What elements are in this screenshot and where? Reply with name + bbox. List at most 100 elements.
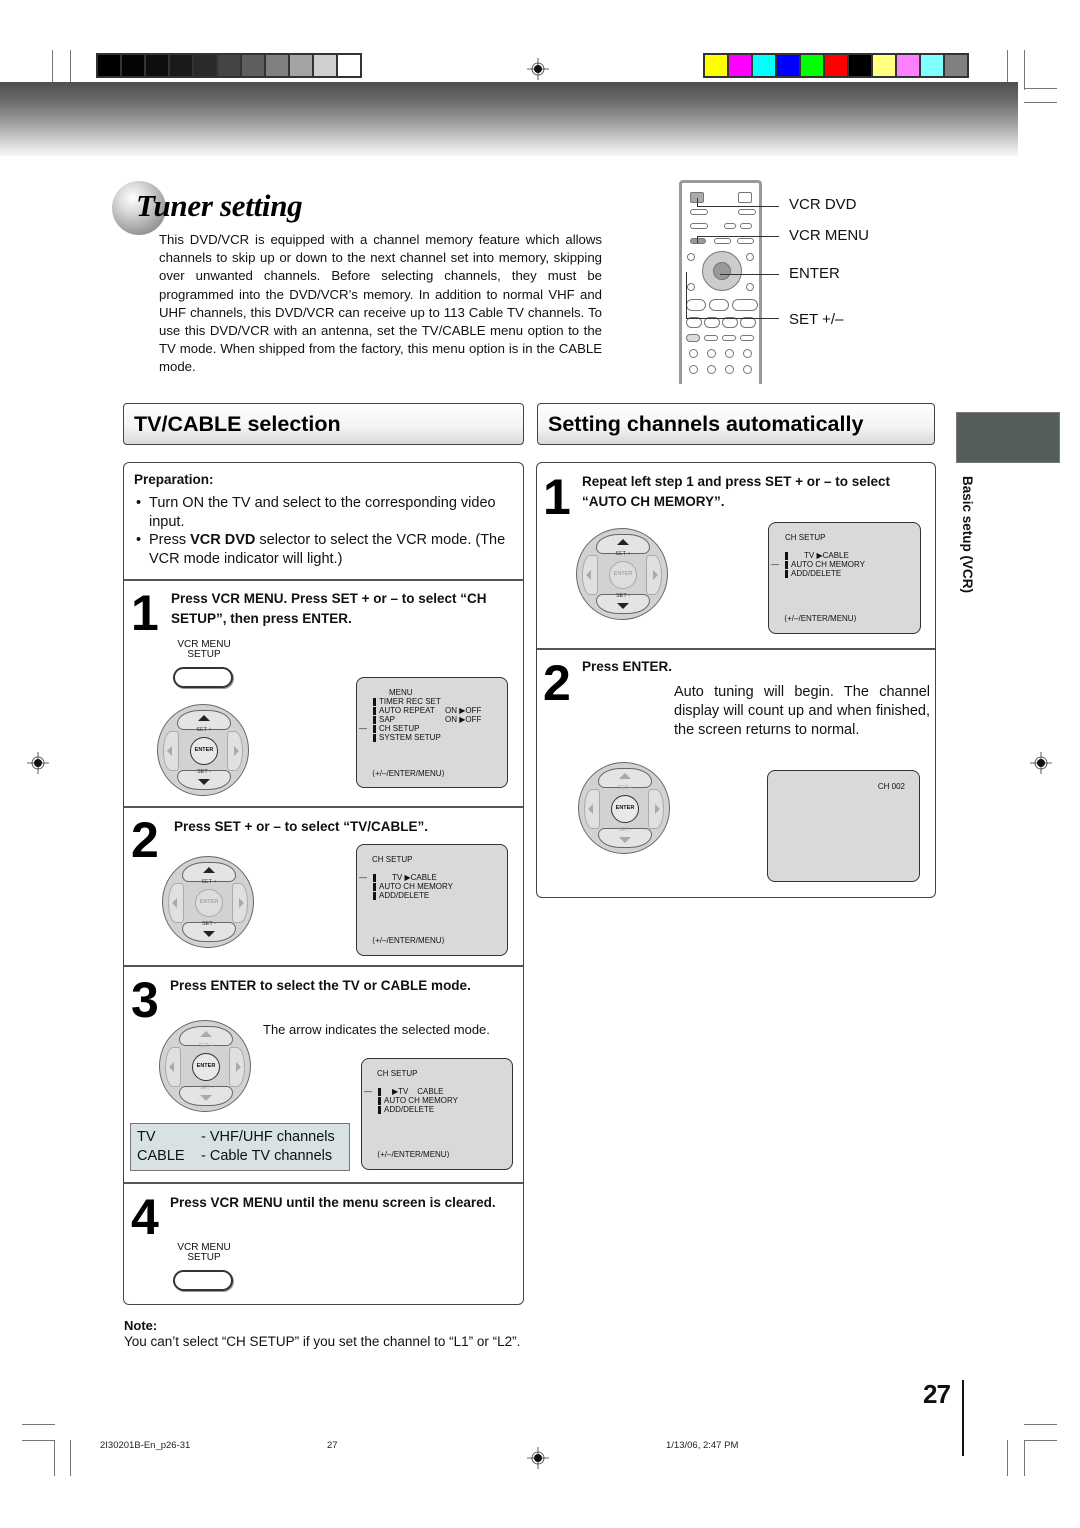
up-arrow-icon [617, 539, 629, 545]
step-instruction: Repeat left step 1 and press SET + or – … [582, 474, 890, 509]
section-heading-auto-channels: Setting channels automatically [537, 403, 935, 445]
crop-mark [52, 50, 53, 83]
remote-button [704, 335, 718, 341]
crop-mark [1024, 102, 1057, 103]
down-arrow-icon [203, 931, 215, 937]
divider [124, 579, 523, 581]
remote-button [689, 365, 698, 374]
crop-mark [22, 1424, 55, 1425]
osd-bullet [378, 1106, 381, 1114]
leader-line [697, 198, 698, 206]
step-number: 1 [131, 585, 159, 641]
color-calibration-bar [703, 53, 969, 78]
color-swatch [290, 55, 312, 76]
remote-button [732, 299, 758, 311]
crop-mark [54, 1440, 55, 1476]
color-swatch [777, 55, 799, 76]
crop-mark [1024, 50, 1025, 90]
osd-item: SYSTEM SETUP [379, 733, 441, 742]
remote-button [746, 253, 754, 261]
color-swatch [242, 55, 264, 76]
enter-key: ENTER [195, 889, 223, 917]
color-swatch [314, 55, 336, 76]
set-minus-label: SET - [202, 921, 216, 927]
leader-line [697, 236, 698, 243]
enter-button [713, 262, 731, 280]
legend-row: TV - VHF/UHF channels [137, 1128, 343, 1147]
note-body: You can’t select “CH SETUP” if you set t… [124, 1334, 521, 1349]
color-swatch [921, 55, 943, 76]
crop-mark [1024, 1424, 1057, 1425]
osd-bullet [785, 561, 788, 569]
leader-line [697, 236, 779, 237]
caption-line: SETUP [187, 648, 221, 660]
set-minus-label: SET - [197, 769, 211, 775]
legend-row: CABLE - Cable TV channels [137, 1147, 343, 1166]
osd-item: ADD/DELETE [791, 569, 842, 578]
crop-mark [1024, 88, 1057, 89]
button-caption: VCR MENU SETUP [169, 1243, 239, 1262]
remote-button [686, 299, 706, 311]
prep-item-text: Press [149, 532, 191, 548]
remote-button [743, 365, 752, 374]
step-instruction: Press ENTER. [582, 659, 673, 674]
osd-blink-indicator: — [359, 724, 367, 733]
remote-button [707, 365, 716, 374]
right-arrow-icon [239, 898, 244, 908]
down-arrow-icon [200, 1095, 212, 1101]
remote-button [746, 283, 754, 291]
up-arrow-icon [200, 1031, 212, 1037]
color-swatch [945, 55, 967, 76]
remote-button [707, 349, 716, 358]
note-title: Note: [124, 1318, 158, 1333]
step-number: 2 [131, 812, 159, 868]
crop-mark [1024, 1440, 1025, 1476]
set-minus-label: SET - [616, 593, 630, 599]
crop-mark [22, 1440, 55, 1441]
crop-mark [1024, 1440, 1057, 1441]
osd-channel-screen: CH 002 [767, 770, 920, 882]
osd-option: ON ▶OFF [445, 715, 482, 724]
set-plus-label: SET + [201, 879, 217, 885]
osd-channel-readout: CH 002 [877, 782, 905, 791]
registration-mark-icon [1030, 752, 1052, 774]
left-arrow-icon [169, 1062, 174, 1072]
dpad-illustration: SET + SET - ENTER [157, 704, 249, 796]
color-swatch [146, 55, 168, 76]
step-number: 3 [131, 972, 159, 1028]
osd-blink-indicator: — [359, 873, 367, 882]
set-plus-label: SET + [617, 785, 633, 791]
down-arrow-icon [198, 779, 210, 785]
osd-item: ADD/DELETE [384, 1105, 435, 1114]
legend-key: TV [137, 1129, 156, 1145]
remote-button [690, 223, 708, 229]
color-swatch [194, 55, 216, 76]
step-instruction: Press ENTER to select the TV or CABLE mo… [170, 978, 471, 993]
color-swatch [98, 55, 120, 76]
right-arrow-icon [234, 746, 239, 756]
left-arrow-icon [586, 570, 591, 580]
vcr-menu-setup-button [173, 1270, 233, 1291]
page-number: 27 [923, 1379, 951, 1409]
footer-file-name: 2I30201B-En_p26-31 [100, 1440, 191, 1451]
osd-bullet [373, 725, 376, 733]
set-minus-label: SET - [618, 827, 632, 833]
step-instruction: Press VCR MENU until the menu screen is … [170, 1195, 496, 1210]
remote-button [737, 238, 754, 244]
crop-mark [1007, 1440, 1008, 1476]
divider [124, 806, 523, 808]
prep-item: Press VCR DVD selector to select the VCR… [136, 531, 509, 568]
leader-line [697, 206, 779, 207]
color-swatch [873, 55, 895, 76]
crop-mark [70, 1440, 71, 1476]
step-instruction: Press SET + or – to select “TV/CABLE”. [174, 819, 428, 834]
osd-bullet [373, 883, 376, 891]
color-swatch [897, 55, 919, 76]
color-swatch [849, 55, 871, 76]
remote-button [690, 209, 708, 215]
osd-bullet [373, 698, 376, 706]
divider [537, 648, 935, 650]
vcr-menu-setup-button [173, 667, 233, 688]
osd-hint: ⟨+/–/ENTER/MENU⟩ [377, 1150, 450, 1159]
registration-mark-icon [527, 58, 549, 80]
